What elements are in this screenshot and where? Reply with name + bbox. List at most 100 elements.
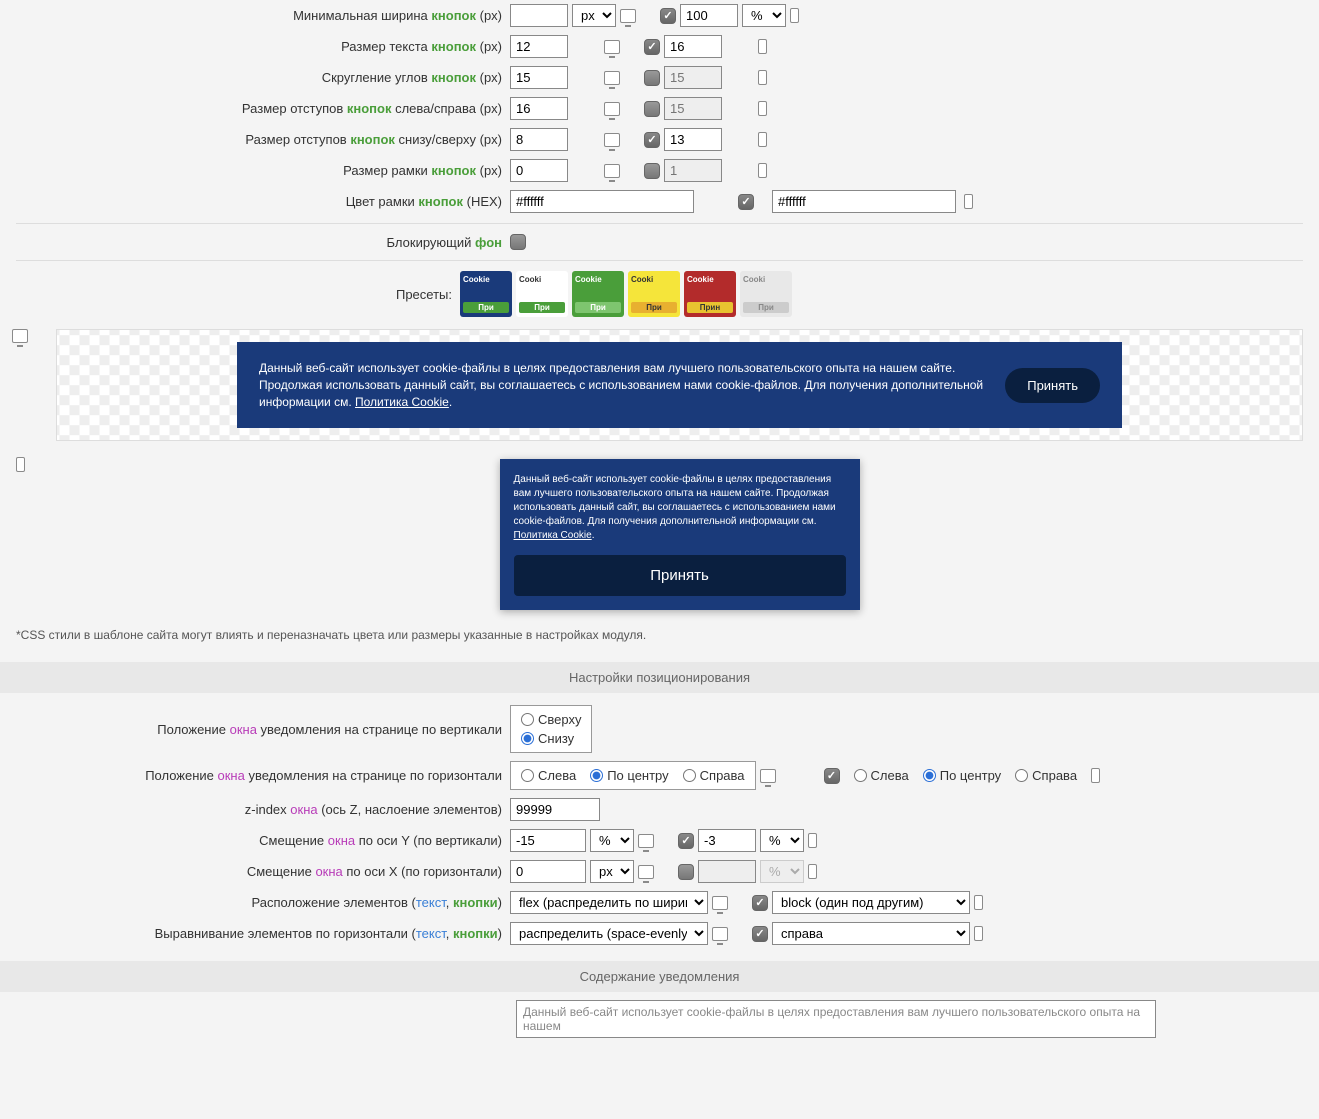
align-mobile-select[interactable]: справа <box>772 922 970 945</box>
offset-x-mobile-unit[interactable]: % <box>760 860 804 883</box>
mobile-icon <box>808 833 817 848</box>
row-blocking-bg: Блокирующий фон <box>0 230 1319 254</box>
mobile-icon <box>758 39 767 54</box>
border-size-mobile-input[interactable] <box>664 159 722 182</box>
monitor-icon <box>604 133 620 147</box>
offset-y-mobile-cb[interactable] <box>678 833 694 849</box>
offset-x-desktop-input[interactable] <box>510 860 586 883</box>
border-radius-mobile-cb[interactable] <box>644 70 660 86</box>
cookie-banner-desktop: Данный веб-сайт использует cookie-файлы … <box>237 342 1122 428</box>
accept-button[interactable]: Принять <box>514 555 846 596</box>
offset-y-desktop-input[interactable] <box>510 829 586 852</box>
policy-link[interactable]: Политика Cookie <box>514 530 592 541</box>
border-size-mobile-cb[interactable] <box>644 163 660 179</box>
mobile-icon <box>758 70 767 85</box>
monitor-icon <box>712 927 728 941</box>
mobile-icon <box>758 132 767 147</box>
monitor-icon <box>760 769 776 783</box>
mobile-icon <box>790 8 799 23</box>
row-pos-h: Положение окна уведомления на странице п… <box>0 757 1319 794</box>
align-desktop-select[interactable]: распределить (space-evenly) <box>510 922 708 945</box>
offset-x-mobile-input[interactable] <box>698 860 756 883</box>
offset-y-mobile-unit[interactable]: % <box>760 829 804 852</box>
blocking-bg-cb[interactable] <box>510 234 526 250</box>
pos-h-m-right[interactable]: Справа <box>1015 768 1077 783</box>
row-offset-x: Смещение окна по оси X (по горизонтали) … <box>0 856 1319 887</box>
row-align: Выравнивание элементов по горизонтали (т… <box>0 918 1319 949</box>
pad-tb-mobile-input[interactable] <box>664 128 722 151</box>
mobile-icon <box>974 895 983 910</box>
min-width-mobile-cb[interactable] <box>660 8 676 24</box>
text-size-mobile-input[interactable] <box>664 35 722 58</box>
border-radius-mobile-input[interactable] <box>664 66 722 89</box>
mobile-icon <box>758 163 767 178</box>
content-header: Содержание уведомления <box>0 961 1319 992</box>
zindex-input[interactable] <box>510 798 600 821</box>
align-mobile-cb[interactable] <box>752 926 768 942</box>
mobile-icon <box>808 864 817 879</box>
layout-mobile-cb[interactable] <box>752 895 768 911</box>
text-size-desktop-input[interactable] <box>510 35 568 58</box>
mobile-icon <box>964 194 973 209</box>
mobile-icon <box>16 457 25 472</box>
policy-link[interactable]: Политика Cookie <box>355 395 449 409</box>
row-border-size: Размер рамки кнопок (px) <box>0 155 1319 186</box>
pos-h-center[interactable]: По центру <box>590 768 668 783</box>
preset-0[interactable]: CookieПри <box>460 271 512 317</box>
min-width-desktop-unit[interactable]: px <box>572 4 616 27</box>
border-size-desktop-input[interactable] <box>510 159 568 182</box>
cookie-banner-mobile: Данный веб-сайт использует cookie-файлы … <box>500 459 860 610</box>
monitor-icon <box>604 40 620 54</box>
pos-h-left[interactable]: Слева <box>521 768 576 783</box>
pos-h-mobile-cb[interactable] <box>824 768 840 784</box>
pos-h-m-center[interactable]: По центру <box>923 768 1001 783</box>
pos-h-mobile-radio-group: Слева По центру Справа <box>844 762 1088 789</box>
border-color-desktop-input[interactable] <box>510 190 694 213</box>
monitor-icon <box>638 865 654 879</box>
accept-button[interactable]: Принять <box>1005 368 1100 403</box>
preset-1[interactable]: CookiПри <box>516 271 568 317</box>
layout-desktop-select[interactable]: flex (распределить по ширине) <box>510 891 708 914</box>
pos-v-top[interactable]: Сверху <box>521 712 581 727</box>
mobile-icon <box>758 101 767 116</box>
banner-text: Данный веб-сайт использует cookie-файлы … <box>259 360 985 410</box>
pos-v-bottom[interactable]: Снизу <box>521 731 581 746</box>
pad-lr-desktop-input[interactable] <box>510 97 568 120</box>
row-pad-tb: Размер отступов кнопок снизу/сверху (px) <box>0 124 1319 155</box>
row-min-width: Минимальная ширина кнопок (px) px % <box>0 0 1319 31</box>
pad-tb-desktop-input[interactable] <box>510 128 568 151</box>
offset-x-mobile-cb[interactable] <box>678 864 694 880</box>
monitor-icon <box>604 164 620 178</box>
preset-2[interactable]: CookieПри <box>572 271 624 317</box>
row-pad-lr: Размер отступов кнопок слева/справа (px) <box>0 93 1319 124</box>
preset-3[interactable]: CookiПри <box>628 271 680 317</box>
monitor-icon <box>712 896 728 910</box>
min-width-desktop-input[interactable] <box>510 4 568 27</box>
pad-lr-mobile-cb[interactable] <box>644 101 660 117</box>
mobile-icon <box>974 926 983 941</box>
pos-v-radio-group: Сверху Снизу <box>510 705 592 753</box>
min-width-mobile-unit[interactable]: % <box>742 4 786 27</box>
pos-h-right[interactable]: Справа <box>683 768 745 783</box>
monitor-icon <box>638 834 654 848</box>
preset-5[interactable]: CookiПри <box>740 271 792 317</box>
preset-4[interactable]: CookieПрин <box>684 271 736 317</box>
monitor-icon <box>604 71 620 85</box>
pos-h-desktop-radio-group: Слева По центру Справа <box>510 761 756 790</box>
text-size-mobile-cb[interactable] <box>644 39 660 55</box>
offset-y-desktop-unit[interactable]: % <box>590 829 634 852</box>
border-color-mobile-input[interactable] <box>772 190 956 213</box>
content-textarea[interactable]: Данный веб-сайт использует cookie-файлы … <box>516 1000 1156 1038</box>
offset-x-desktop-unit[interactable]: px <box>590 860 634 883</box>
min-width-mobile-input[interactable] <box>680 4 738 27</box>
layout-mobile-select[interactable]: block (один под другим) <box>772 891 970 914</box>
border-radius-desktop-input[interactable] <box>510 66 568 89</box>
pos-h-m-left[interactable]: Слева <box>854 768 909 783</box>
pad-lr-mobile-input[interactable] <box>664 97 722 120</box>
border-color-mobile-cb[interactable] <box>738 194 754 210</box>
pad-tb-mobile-cb[interactable] <box>644 132 660 148</box>
row-border-radius: Скругление углов кнопок (px) <box>0 62 1319 93</box>
offset-y-mobile-input[interactable] <box>698 829 756 852</box>
row-pos-v: Положение окна уведомления на странице п… <box>0 701 1319 757</box>
banner-text: Данный веб-сайт использует cookie-файлы … <box>514 473 846 543</box>
